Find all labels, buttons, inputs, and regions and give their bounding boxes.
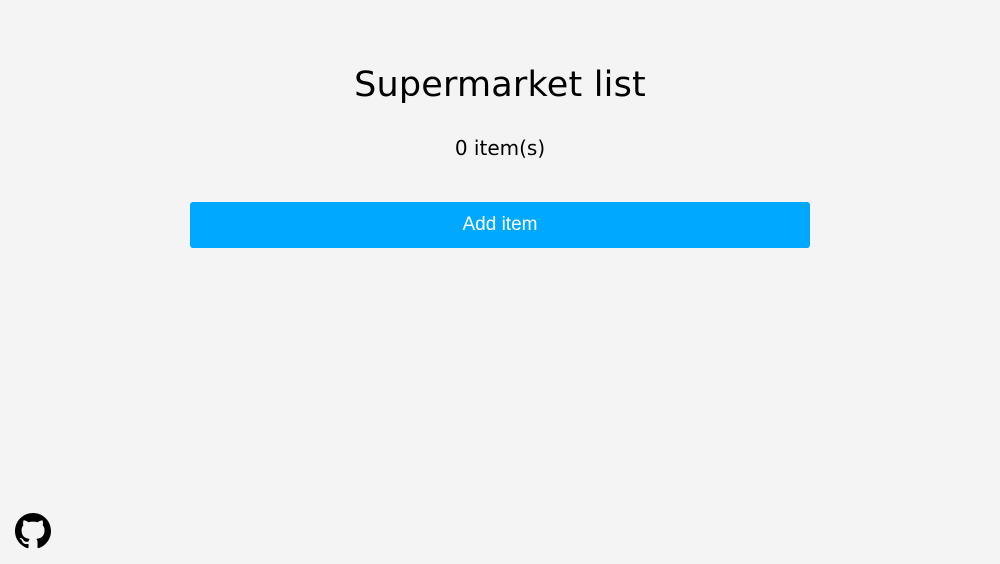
github-link[interactable]	[15, 513, 51, 549]
page: Supermarket list 0 item(s) Add item	[0, 0, 1000, 564]
item-count: 0 item(s)	[454, 136, 546, 160]
page-title: Supermarket list	[354, 65, 646, 105]
github-icon	[15, 513, 51, 549]
add-item-button[interactable]: Add item	[190, 202, 810, 248]
